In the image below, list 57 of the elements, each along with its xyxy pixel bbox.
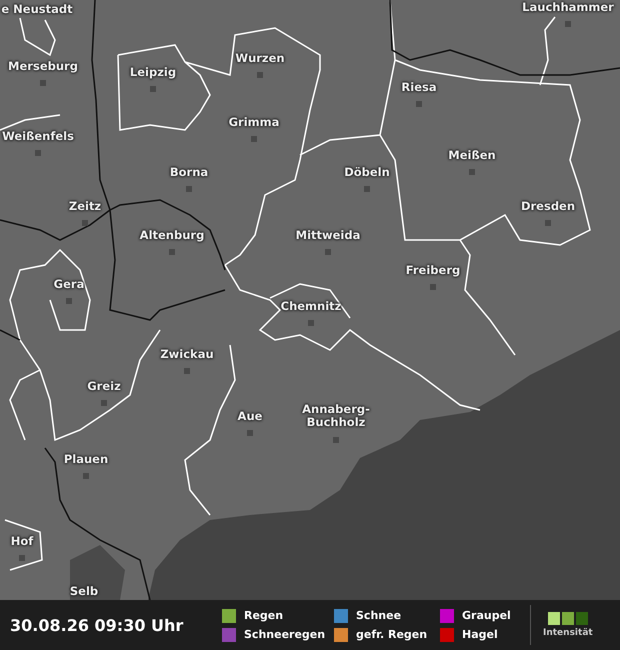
place-marker (19, 555, 25, 561)
legend-label: gefr. Regen (356, 628, 428, 641)
place-label: Grimma (228, 116, 280, 129)
place-marker (257, 72, 263, 78)
place-marker (150, 86, 156, 92)
place-marker (416, 101, 422, 107)
place-marker (565, 21, 571, 27)
place-label: Zwickau (160, 348, 214, 361)
place-label: Weißenfels (2, 130, 74, 143)
legend-label: Hagel (462, 628, 498, 641)
place-label: e Neustadt (1, 3, 73, 16)
place-label: Leipzig (130, 66, 176, 79)
place-label: Borna (170, 166, 208, 179)
legend-label: Graupel (462, 609, 511, 622)
place-marker (325, 249, 331, 255)
place-marker (364, 186, 370, 192)
legend-label: Schneeregen (244, 628, 326, 641)
place-marker (333, 437, 339, 443)
place-label: Greiz (87, 380, 121, 393)
place-label: Annaberg-Buchholz (302, 403, 370, 429)
place-label: Döbeln (344, 166, 390, 179)
place-label: Freiberg (406, 264, 460, 277)
place-marker (40, 80, 46, 86)
place-label: Altenburg (140, 229, 204, 242)
place-marker (545, 220, 551, 226)
place-marker (469, 169, 475, 175)
place-label: Merseburg (8, 60, 78, 73)
place-marker (169, 249, 175, 255)
legend-label: Regen (244, 609, 284, 622)
place-label: Aue (238, 410, 262, 423)
place-marker (186, 186, 192, 192)
place-label: Zeitz (68, 200, 102, 213)
place-label: Chemnitz (280, 300, 342, 313)
place-marker (184, 368, 190, 374)
intensity-label: Intensität (543, 628, 593, 638)
place-label: Riesa (401, 81, 437, 94)
legend-label: Schnee (356, 609, 402, 622)
place-label: Plauen (64, 453, 108, 466)
place-marker (35, 150, 41, 156)
place-marker (247, 430, 253, 436)
place-marker (83, 473, 89, 479)
place-marker (101, 400, 107, 406)
place-marker (251, 136, 257, 142)
place-label: Dresden (520, 200, 576, 213)
place-label: Wurzen (235, 52, 285, 65)
place-marker (82, 220, 88, 226)
place-label: Gera (54, 278, 84, 291)
place-label: Hof (10, 535, 34, 548)
timestamp: 30.08.26 09:30 Uhr (10, 616, 184, 634)
place-marker (66, 298, 72, 304)
intensity-scale-icon (548, 612, 588, 625)
place-label: Mittweida (296, 229, 360, 242)
place-marker (308, 320, 314, 326)
place-marker (430, 284, 436, 290)
place-label: Selb (70, 585, 98, 598)
place-label: Meißen (448, 149, 496, 162)
place-label: Lauchhammer (522, 1, 614, 14)
